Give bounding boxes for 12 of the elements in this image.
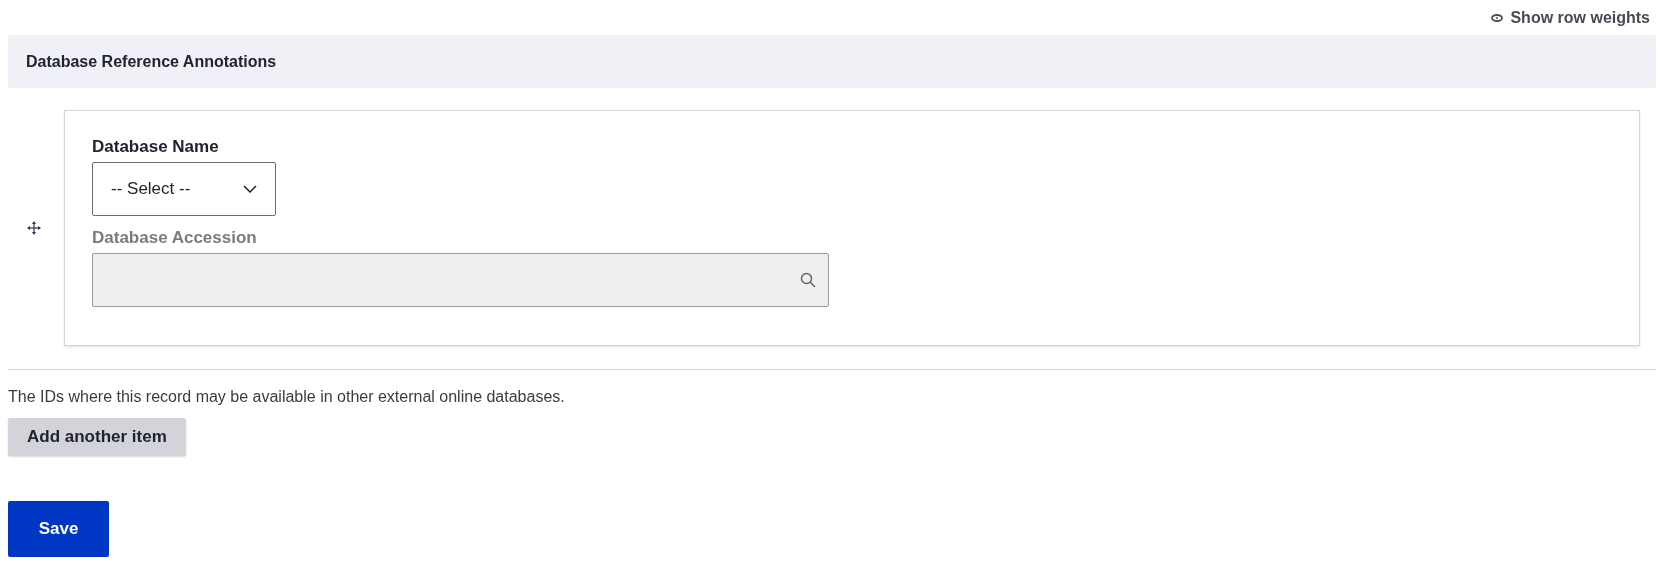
- search-icon: [800, 272, 816, 288]
- section-title: Database Reference Annotations: [26, 52, 277, 71]
- eye-icon: [1491, 13, 1504, 22]
- field-label: Database Accession: [92, 228, 258, 248]
- drag-handle-icon[interactable]: [27, 221, 41, 235]
- chevron-down-icon: [243, 185, 257, 193]
- help-text: The IDs where this record may be available in other external online databases.: [8, 388, 566, 406]
- select-dropdown[interactable]: -- Select --: [92, 162, 276, 216]
- add-another-item-button[interactable]: Add another item: [8, 418, 186, 456]
- save-button[interactable]: Save: [8, 501, 109, 557]
- show-row-weights-link[interactable]: Show row weights: [1491, 8, 1650, 27]
- field-label: Database Name: [92, 137, 220, 157]
